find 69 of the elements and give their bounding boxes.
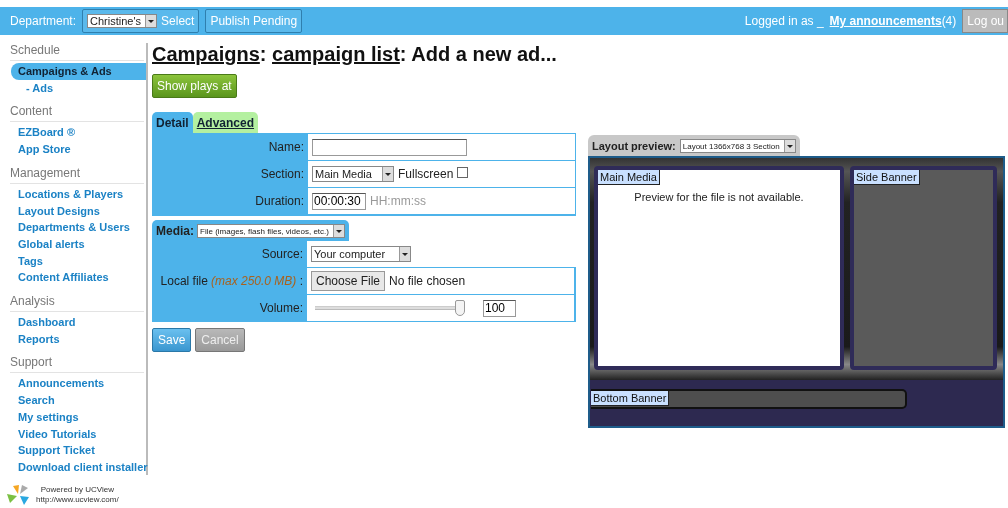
announcements-count: (4) (941, 14, 957, 28)
tab[interactable]: Advanced (192, 112, 259, 133)
select-dropdown[interactable]: Your computer (311, 246, 411, 262)
sidebar-item[interactable]: My settings (0, 408, 146, 426)
checkbox[interactable] (457, 167, 469, 178)
website-url[interactable]: http://www.ucview.com/ (36, 495, 119, 505)
sidebar-item[interactable]: - Ads (0, 79, 146, 97)
sidebar-item[interactable]: Locations & Players (0, 185, 146, 203)
slider-thumb[interactable] (455, 300, 465, 316)
sidebar-item[interactable]: Content Affiliates (0, 269, 146, 287)
sidebar-item[interactable]: Global alerts (0, 235, 146, 253)
sidebar-item[interactable]: Support Ticket (0, 442, 146, 459)
sidebar-item[interactable]: Dashboard (0, 314, 146, 331)
department-label: Department: (10, 14, 77, 28)
select-button[interactable]: Select (161, 14, 195, 28)
text-field[interactable]: 00:00:30 (312, 192, 366, 210)
announcements-link[interactable]: My announcements (829, 14, 942, 28)
preview-message: Preview for the file is not available. (633, 191, 805, 203)
bottom-banner-region[interactable]: Bottom Banner (591, 389, 907, 409)
field-label: Duration: (255, 194, 304, 208)
main-media-region[interactable]: Main Media Preview for the file is not available. (594, 166, 844, 370)
field-label: Section: (260, 167, 304, 181)
region-label: Bottom Banner (591, 391, 670, 406)
text-field[interactable] (312, 138, 467, 156)
file-status: No file chosen (389, 274, 466, 288)
sidebar-item[interactable]: Announcements (0, 375, 146, 393)
volume-field[interactable]: 100 (483, 299, 516, 317)
media-type-dropdown[interactable]: File (images, flash files, videos, etc.) (197, 224, 345, 238)
field-label: Name: (268, 140, 304, 154)
publish-pending-button[interactable]: Publish Pending (205, 9, 303, 33)
choose-file-button[interactable]: Choose File (311, 271, 386, 291)
show-plays-button[interactable]: Show plays at (152, 74, 237, 98)
section-title: Content (10, 104, 144, 123)
sidebar-item[interactable]: Video Tutorials (0, 425, 146, 443)
sidebar-item[interactable]: Tags (0, 252, 146, 270)
sidebar-item[interactable]: App Store (0, 141, 146, 158)
department-picker[interactable]: Christine's Select (82, 9, 200, 33)
department-dropdown[interactable]: Christine's (87, 14, 158, 28)
field-label: Volume: (259, 301, 303, 315)
select-dropdown[interactable]: Main Media (312, 166, 394, 182)
sidebar-item[interactable]: Layout Designs (0, 202, 146, 220)
sidebar-item[interactable]: Campaigns & Ads (11, 63, 146, 80)
sidebar-item[interactable]: Reports (0, 330, 146, 348)
tab[interactable]: Detail (152, 112, 193, 133)
page-heading: Campaigns: campaign list: Add a new ad... (152, 43, 558, 66)
logged-in-label: Logged in as _ (744, 14, 824, 28)
logo-icon (6, 484, 32, 506)
section-title: Management (10, 165, 144, 184)
layout-preview-label: Layout preview: (592, 140, 676, 152)
breadcrumb-link[interactable]: campaign list (272, 43, 400, 65)
media-label: Media: (156, 224, 194, 238)
powered-by-text: Powered by UCView (40, 485, 114, 495)
breadcrumb-link[interactable]: Campaigns (152, 43, 260, 65)
field-label: Source: (261, 247, 303, 261)
field-label: Local file (max 250.0 MB) : (160, 274, 303, 288)
save-button[interactable]: Save (152, 328, 192, 352)
section-title: Support (10, 355, 144, 374)
region-label: Main Media (598, 170, 660, 185)
sidebar-item[interactable]: EZBoard ® (0, 124, 146, 142)
region-label: Side Banner (854, 170, 920, 185)
sidebar-item[interactable]: Departments & Users (0, 219, 146, 236)
sidebar-item[interactable]: Search (0, 392, 146, 409)
format-hint: HH:mm:ss (370, 194, 426, 208)
checkbox-label: Fullscreen (398, 167, 454, 181)
sidebar-item[interactable]: Download client installer (0, 458, 146, 476)
section-title: Schedule (10, 43, 144, 61)
section-title: Analysis (10, 294, 144, 313)
side-banner-region[interactable]: Side Banner (850, 166, 997, 370)
layout-dropdown[interactable]: Layout 1366x768 3 Section (679, 139, 796, 153)
